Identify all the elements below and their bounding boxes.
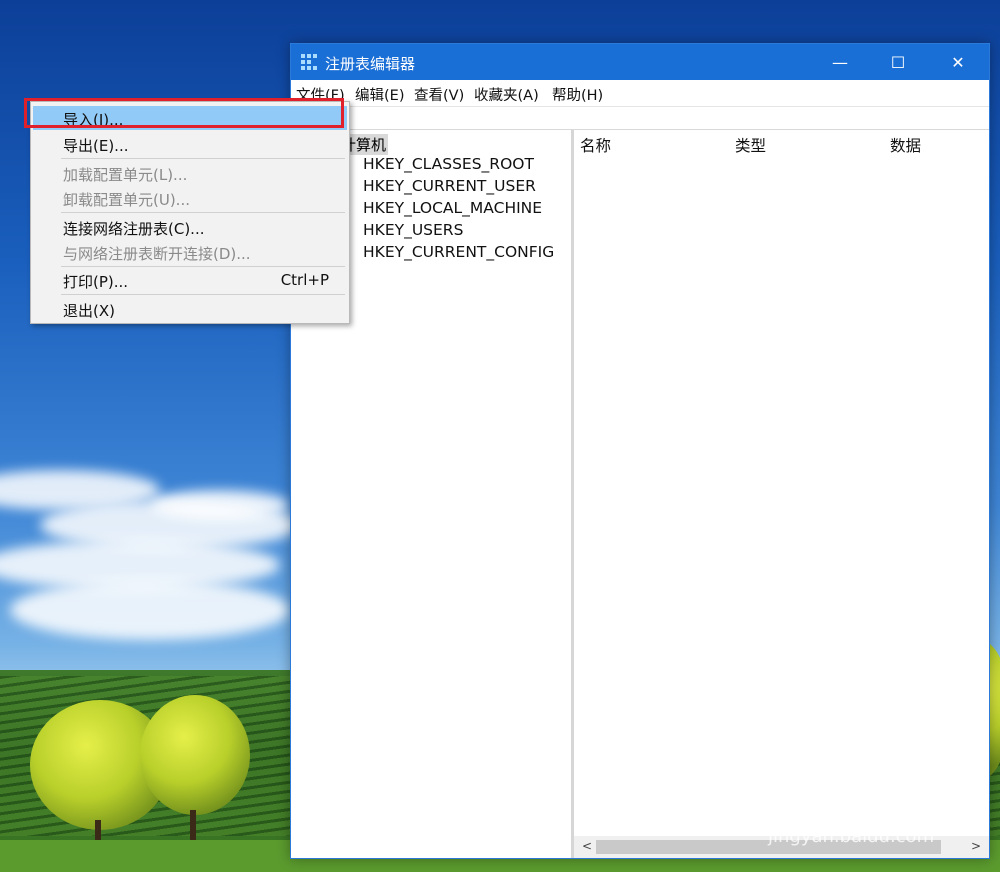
- menu-favorites[interactable]: 收藏夹(A): [474, 84, 539, 105]
- regedit-app-icon: [301, 54, 317, 70]
- tree-item-hklm[interactable]: HKEY_LOCAL_MACHINE: [363, 199, 542, 217]
- window-title: 注册表编辑器: [325, 55, 416, 73]
- registry-editor-window: 注册表编辑器 — ☐ ✕ 文件(F) 编辑(E) 查看(V) 收藏夹(A) 帮助…: [290, 43, 990, 859]
- cloud: [150, 490, 290, 520]
- menu-item-connect-network-registry[interactable]: 连接网络注册表(C)...: [33, 215, 347, 239]
- menu-item-label: 导出(E)...: [63, 137, 129, 155]
- tree-item-hkcc[interactable]: HKEY_CURRENT_CONFIG: [363, 243, 554, 261]
- menu-item-label: 打印(P)...: [63, 273, 129, 291]
- menu-item-label: 连接网络注册表(C)...: [63, 220, 205, 238]
- tree-item-hkcu[interactable]: HKEY_CURRENT_USER: [363, 177, 536, 195]
- menu-bar: 文件(F) 编辑(E) 查看(V) 收藏夹(A) 帮助(H): [291, 80, 989, 107]
- scroll-right-icon[interactable]: >: [971, 839, 981, 853]
- values-pane[interactable]: 名称 类型 数据 < >: [574, 130, 989, 858]
- tree-item-hkcr[interactable]: HKEY_CLASSES_ROOT: [363, 155, 534, 173]
- column-header-type[interactable]: 类型: [735, 134, 766, 156]
- menu-item-exit[interactable]: 退出(X): [33, 297, 347, 321]
- menu-item-print[interactable]: 打印(P)... Ctrl+P: [33, 268, 347, 292]
- minimize-icon: —: [832, 52, 848, 72]
- menu-item-label: 与网络注册表断开连接(D)...: [63, 245, 251, 263]
- menu-separator: [61, 266, 345, 267]
- cloud: [10, 580, 290, 640]
- menu-view[interactable]: 查看(V): [414, 84, 464, 105]
- menu-separator: [61, 294, 345, 295]
- menu-item-unload-hive: 卸载配置单元(U)...: [33, 186, 347, 210]
- column-header-name[interactable]: 名称: [580, 134, 611, 156]
- tree: [140, 695, 250, 815]
- menu-item-label: 加载配置单元(L)...: [63, 166, 188, 184]
- menu-separator: [61, 212, 345, 213]
- baidu-watermark-url: jingyan.baidu.com: [768, 826, 935, 847]
- menu-item-label: 退出(X): [63, 302, 115, 320]
- editor-panes: 计算机 HKEY_CLASSES_ROOT HKEY_CURRENT_USER …: [291, 130, 989, 858]
- close-button[interactable]: ✕: [929, 44, 987, 80]
- column-header-data[interactable]: 数据: [890, 134, 921, 156]
- menu-item-shortcut: Ctrl+P: [280, 271, 329, 289]
- menu-separator: [61, 158, 345, 159]
- menu-item-load-hive: 加载配置单元(L)...: [33, 161, 347, 185]
- menu-item-export[interactable]: 导出(E)...: [33, 132, 347, 156]
- maximize-icon: ☐: [890, 52, 906, 72]
- tree-item-hku[interactable]: HKEY_USERS: [363, 221, 463, 239]
- minimize-button[interactable]: —: [811, 44, 869, 80]
- menu-item-label: 卸载配置单元(U)...: [63, 191, 190, 209]
- title-bar[interactable]: 注册表编辑器 — ☐ ✕: [291, 44, 989, 80]
- close-icon: ✕: [951, 52, 965, 72]
- menu-item-disconnect-network-registry: 与网络注册表断开连接(D)...: [33, 240, 347, 264]
- maximize-button[interactable]: ☐: [869, 44, 927, 80]
- file-menu-dropdown: 导入(I)... 导出(E)... 加载配置单元(L)... 卸载配置单元(U)…: [30, 101, 350, 324]
- menu-help[interactable]: 帮助(H): [552, 84, 603, 105]
- annotation-highlight-box: [24, 98, 344, 128]
- scroll-left-icon[interactable]: <: [582, 839, 592, 853]
- menu-edit[interactable]: 编辑(E): [355, 84, 404, 105]
- address-bar[interactable]: [291, 107, 989, 130]
